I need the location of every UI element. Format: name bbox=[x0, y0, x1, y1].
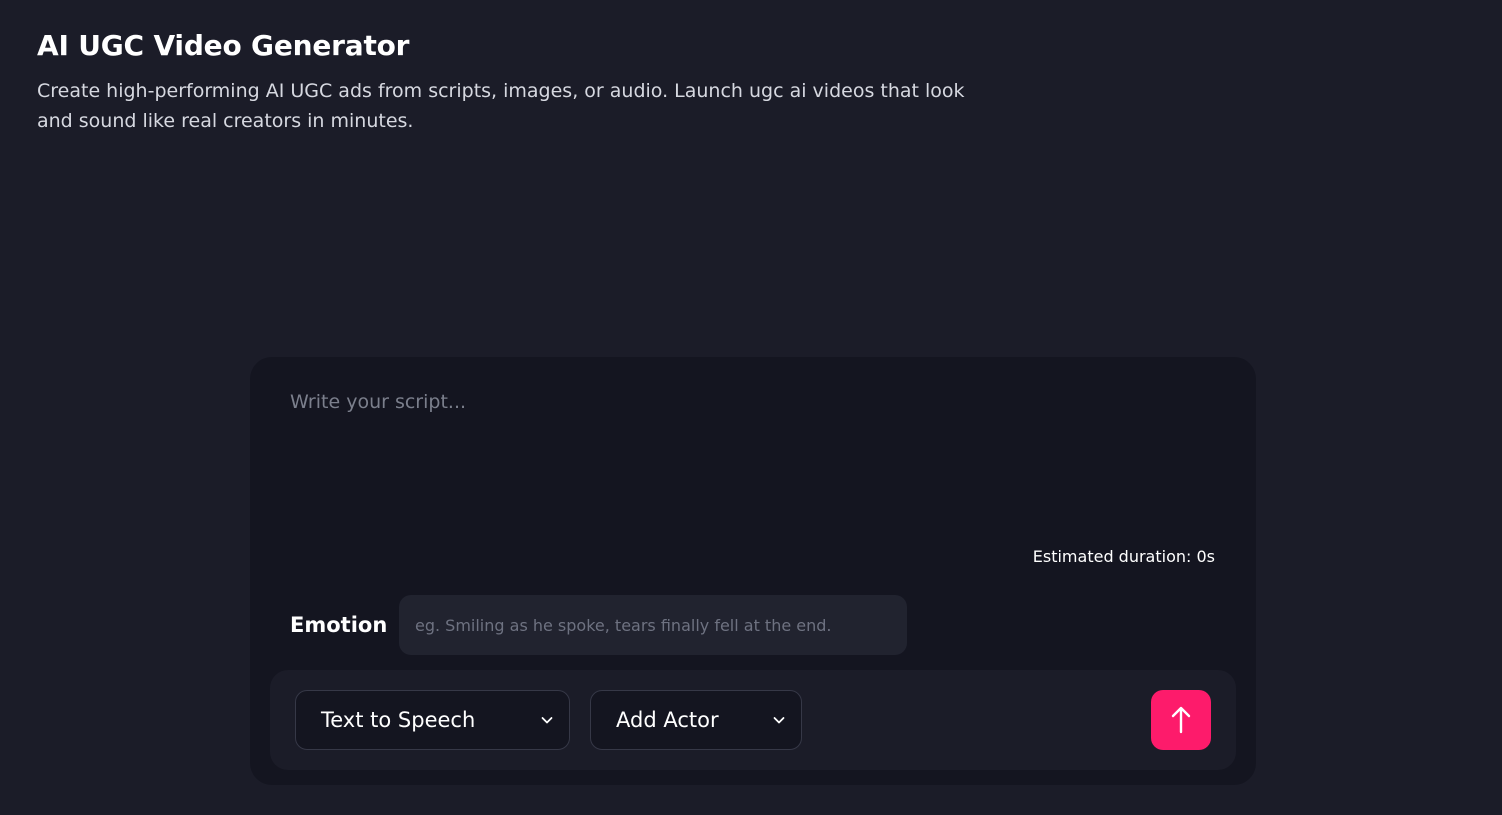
chevron-down-icon bbox=[539, 712, 555, 728]
page: AI UGC Video Generator Create high-perfo… bbox=[0, 0, 1502, 815]
mode-select-label: Text to Speech bbox=[321, 708, 476, 732]
add-actor-select[interactable]: Add Actor bbox=[590, 690, 802, 750]
chevron-down-icon bbox=[771, 712, 787, 728]
script-input[interactable] bbox=[290, 386, 1210, 536]
mode-select[interactable]: Text to Speech bbox=[295, 690, 570, 750]
estimated-duration: Estimated duration: 0s bbox=[1032, 547, 1215, 566]
page-title: AI UGC Video Generator bbox=[37, 29, 410, 62]
arrow-up-icon bbox=[1169, 705, 1193, 735]
submit-button[interactable] bbox=[1151, 690, 1211, 750]
page-description: Create high-performing AI UGC ads from s… bbox=[37, 80, 965, 132]
emotion-input[interactable] bbox=[399, 595, 907, 655]
add-actor-label: Add Actor bbox=[616, 708, 719, 732]
emotion-label: Emotion bbox=[290, 613, 388, 637]
